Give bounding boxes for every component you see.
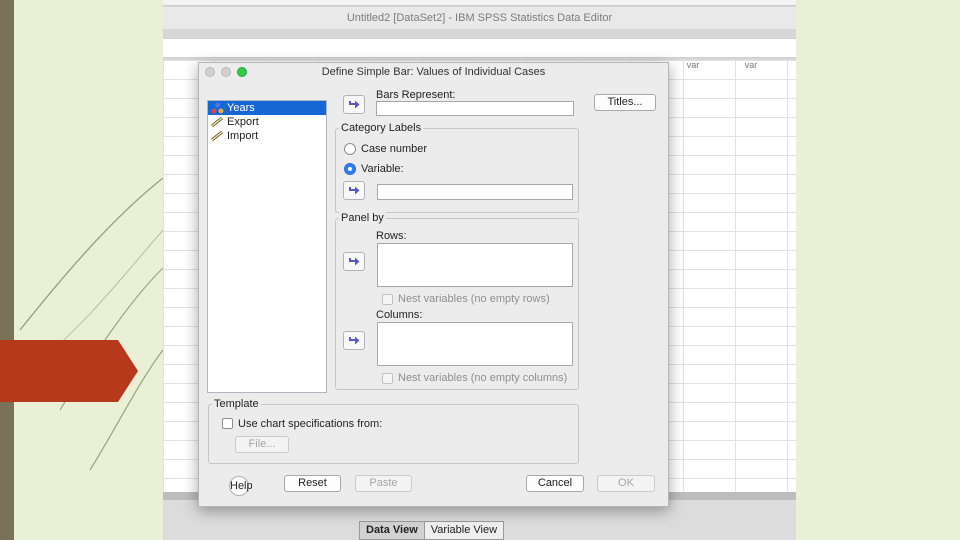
file-button[interactable]: File... xyxy=(235,436,289,453)
case-number-label: Case number xyxy=(361,143,428,155)
nest-rows-checkbox[interactable] xyxy=(382,294,393,305)
category-labels-title: Category Labels xyxy=(339,122,424,134)
move-to-columns-button[interactable] xyxy=(343,331,365,350)
editor-toolbar xyxy=(163,38,796,58)
move-to-bars-represent-button[interactable] xyxy=(343,95,365,114)
rows-label: Rows: xyxy=(376,230,407,242)
move-to-category-variable-button[interactable] xyxy=(343,181,365,200)
dialog-title: Define Simple Bar: Values of Individual … xyxy=(321,66,546,78)
move-to-rows-button[interactable] xyxy=(343,252,365,271)
panel-by-title: Panel by xyxy=(339,212,386,224)
column-header[interactable]: var xyxy=(667,60,719,76)
variable-radio[interactable] xyxy=(344,163,356,175)
ok-button[interactable]: OK xyxy=(597,475,655,492)
columns-field[interactable] xyxy=(377,322,573,366)
use-chart-spec-checkbox[interactable] xyxy=(222,418,233,429)
list-item[interactable]: Import xyxy=(208,129,326,143)
case-number-radio[interactable] xyxy=(344,143,356,155)
template-title: Template xyxy=(212,398,261,410)
arrow-right-icon xyxy=(349,186,360,195)
nest-rows-label: Nest variables (no empty rows) xyxy=(398,293,550,305)
variable-label: Export xyxy=(227,116,259,128)
variable-list[interactable]: Years Export Import xyxy=(207,100,327,393)
slide-decoration-lines xyxy=(19,177,164,471)
help-button[interactable]: Help xyxy=(229,476,253,496)
tab-variable-view[interactable]: Variable View xyxy=(425,522,503,539)
bars-represent-label: Bars Represent: xyxy=(376,89,456,101)
editor-window-title: Untitled2 [DataSet2] - IBM SPSS Statisti… xyxy=(163,7,796,29)
menu-bar xyxy=(163,0,796,6)
nest-columns-checkbox[interactable] xyxy=(382,373,393,384)
tab-data-view[interactable]: Data View xyxy=(360,522,425,539)
view-tabs: Data View Variable View xyxy=(359,521,505,540)
variable-label: Import xyxy=(227,130,259,142)
arrow-right-icon xyxy=(349,257,360,266)
arrow-right-icon xyxy=(349,100,360,109)
paste-button[interactable]: Paste xyxy=(355,475,412,492)
bars-represent-field[interactable] xyxy=(376,101,574,116)
slide-arrow-shape xyxy=(0,340,138,402)
titles-button[interactable]: Titles... xyxy=(594,94,656,111)
scale-variable-icon xyxy=(211,130,223,142)
use-chart-spec-label: Use chart specifications from: xyxy=(238,418,383,430)
variable-label: Years xyxy=(227,102,255,114)
cancel-button[interactable]: Cancel xyxy=(526,475,584,492)
columns-label: Columns: xyxy=(376,309,423,321)
list-item[interactable]: Export xyxy=(208,115,326,129)
template-group xyxy=(208,404,579,464)
nest-columns-label: Nest variables (no empty columns) xyxy=(398,372,568,384)
nominal-variable-icon xyxy=(211,102,224,114)
reset-button[interactable]: Reset xyxy=(284,475,341,492)
arrow-right-icon xyxy=(349,336,360,345)
column-header[interactable]: var xyxy=(725,60,777,76)
list-item[interactable]: Years xyxy=(208,101,326,115)
scale-variable-icon xyxy=(211,116,223,128)
category-variable-field[interactable] xyxy=(377,184,573,200)
rows-field[interactable] xyxy=(377,243,573,287)
define-simple-bar-dialog: Define Simple Bar: Values of Individual … xyxy=(198,62,669,507)
variable-radio-label: Variable: xyxy=(361,163,404,175)
